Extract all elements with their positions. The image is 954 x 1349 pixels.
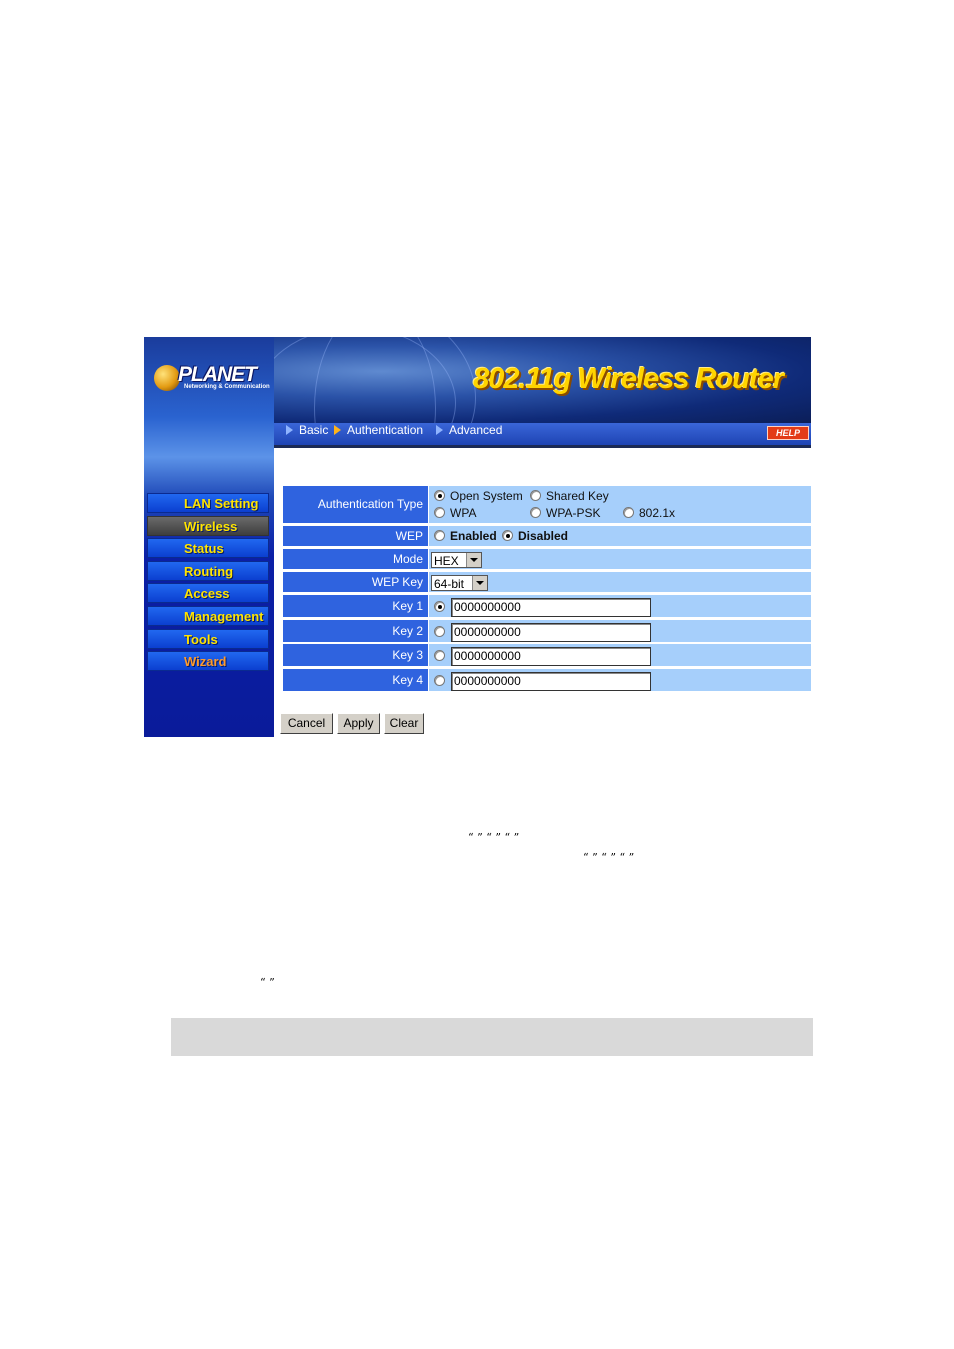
key-3-radio[interactable] [434,650,445,661]
sidebar-item-status[interactable]: Status [147,538,269,559]
key-2-input[interactable]: 0000000000 [451,623,651,642]
sidebar-menu: LAN Setting Wireless Status Routing Acce… [147,493,269,674]
auth-8021x-option[interactable]: 802.1x [623,506,675,520]
header-banner: 802.11g Wireless Router [274,337,811,423]
globe-graphic [314,337,436,423]
wep-enabled-label: Enabled [450,529,497,543]
wep-row: WEP Enabled Disabled [283,526,811,546]
wep-disabled-option[interactable]: Disabled [502,529,568,543]
key-3-cell: 0000000000 [429,644,811,666]
radio-icon[interactable] [530,490,541,501]
note-bar [171,1018,813,1056]
mode-label: Mode [283,549,428,569]
key-1-radio[interactable] [434,601,445,612]
tab-basic[interactable]: Basic [286,423,328,445]
sidebar-item-wizard[interactable]: Wizard [147,651,269,672]
auth-wpa-psk-option[interactable]: WPA-PSK [530,506,600,520]
chevron-down-icon[interactable] [472,576,487,590]
key-row: Key 1 0000000000 [283,595,811,617]
auth-wpa-label: WPA [450,506,477,520]
sidebar-item-routing[interactable]: Routing [147,560,269,581]
key-1-label: Key 1 [283,595,428,617]
key-2-cell: 0000000000 [429,620,811,642]
radio-icon[interactable] [530,507,541,518]
wep-enabled-option[interactable]: Enabled [434,529,497,543]
mode-select[interactable]: HEX [431,552,482,568]
sidebar-item-tools[interactable]: Tools [147,628,269,649]
key-row: Key 4 0000000000 [283,669,811,691]
auth-shared-key-option[interactable]: Shared Key [530,489,609,503]
mode-cell: HEX [429,549,811,569]
wep-label: WEP [283,526,428,546]
key-row: Key 3 0000000000 [283,644,811,666]
auth-open-system-label: Open System [450,489,523,503]
auth-type-label: Authentication Type [283,486,428,523]
auth-wpa-option[interactable]: WPA [434,506,476,520]
tab-authentication-label: Authentication [347,423,424,437]
auth-shared-key-label: Shared Key [546,489,609,503]
key-1-input[interactable]: 0000000000 [451,598,651,617]
key-2-radio[interactable] [434,626,445,637]
arrow-right-icon [436,425,443,435]
tab-authentication[interactable]: Authentication [334,423,423,445]
wep-disabled-label: Disabled [518,529,569,543]
tab-advanced-label: Advanced [449,423,503,437]
auth-open-system-option[interactable]: Open System [434,489,523,503]
sidebar-item-lan-setting[interactable]: LAN Setting [147,493,269,513]
wep-key-cell: 64-bit [429,572,811,592]
quote-marks-line-2: “ ” “ ” “ ” [583,851,635,864]
tab-advanced[interactable]: Advanced [436,423,502,445]
mode-value: HEX [434,554,459,568]
arrow-right-icon [286,425,293,435]
cancel-button[interactable]: Cancel [280,713,333,734]
sidebar-item-access[interactable]: Access [147,583,269,604]
key-1-cell: 0000000000 [429,595,811,617]
product-title: 802.11g Wireless Router [473,363,784,395]
key-4-cell: 0000000000 [429,669,811,691]
key-row: Key 2 0000000000 [283,620,811,642]
key-4-input[interactable]: 0000000000 [451,672,651,691]
radio-icon[interactable] [623,507,634,518]
quote-marks-line-3: “ ” [260,976,275,989]
wep-key-length-value: 64-bit [434,577,465,591]
planet-logo: PLANET Networking & Communication [154,363,270,395]
wep-options: Enabled Disabled [429,526,811,546]
wep-key-row: WEP Key 64-bit [283,572,811,592]
auth-8021x-label: 802.1x [639,506,676,520]
sidebar-item-wireless[interactable]: Wireless [147,515,269,536]
clear-button[interactable]: Clear [384,713,424,734]
apply-button[interactable]: Apply [337,713,380,734]
planet-globe-icon [154,365,180,391]
logo-tagline: Networking & Communication [184,384,270,390]
quote-marks-line-1: “ ” “ ” “ ” [468,831,520,844]
tab-basic-label: Basic [299,423,329,437]
radio-selected-icon[interactable] [434,490,445,501]
auth-wpa-psk-label: WPA-PSK [546,506,601,520]
router-admin-screenshot: PLANET Networking & Communication LAN Se… [144,337,811,737]
mode-row: Mode HEX [283,549,811,569]
chevron-down-icon[interactable] [466,553,481,567]
key-3-label: Key 3 [283,644,428,666]
help-button[interactable]: HELP [767,426,809,440]
key-3-input[interactable]: 0000000000 [451,647,651,666]
wep-key-length-select[interactable]: 64-bit [431,575,488,591]
sidebar: PLANET Networking & Communication LAN Se… [144,337,274,737]
radio-icon[interactable] [434,507,445,518]
key-4-radio[interactable] [434,675,445,686]
auth-type-row: Authentication Type Open System Shared K… [283,486,811,523]
auth-type-options: Open System Shared Key WPA WPA-PSK 802.1… [429,486,811,523]
arrow-right-icon [334,425,341,435]
key-4-label: Key 4 [283,669,428,691]
sub-navigation: Basic Authentication Advanced HELP [274,423,811,448]
radio-icon[interactable] [434,530,445,541]
key-2-label: Key 2 [283,620,428,642]
radio-selected-icon[interactable] [502,530,513,541]
sidebar-item-management[interactable]: Management [147,605,269,626]
wep-key-label: WEP Key [283,572,428,592]
